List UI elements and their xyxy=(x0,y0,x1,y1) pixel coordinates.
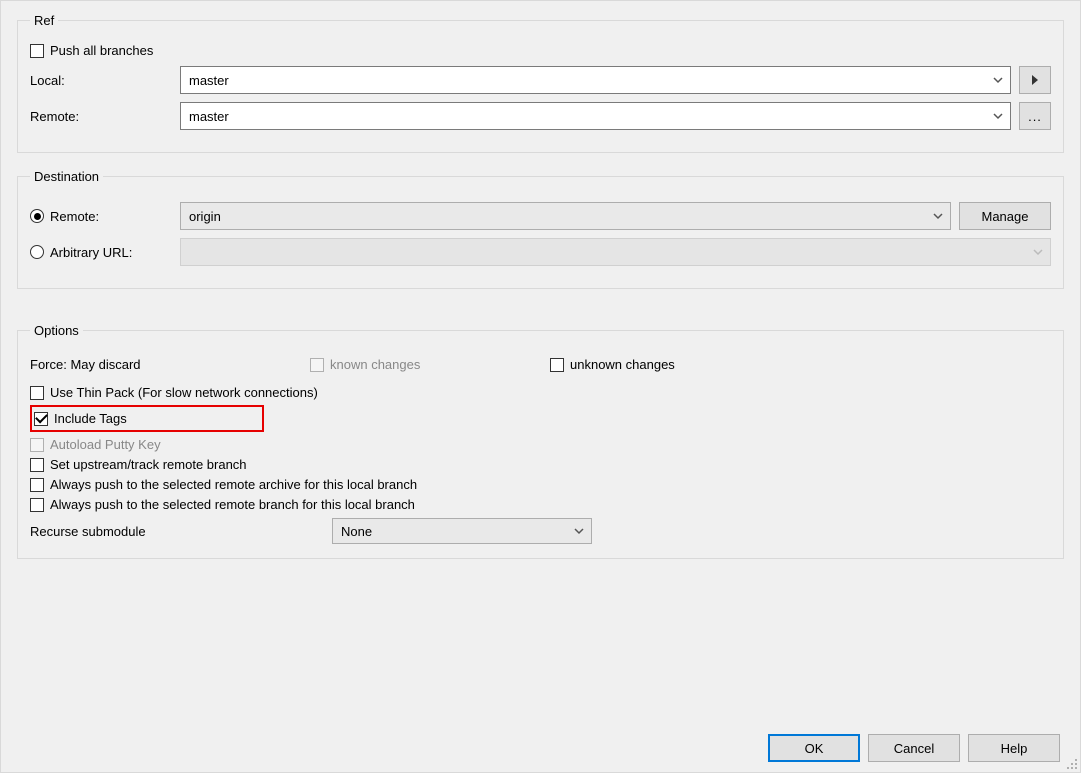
chevron-down-icon xyxy=(992,110,1004,122)
checkbox-disabled-icon xyxy=(310,358,324,372)
destination-legend: Destination xyxy=(30,169,103,184)
always-archive-checkbox[interactable]: Always push to the selected remote archi… xyxy=(30,477,1051,492)
resize-grip-icon[interactable] xyxy=(1064,756,1078,770)
known-changes-label: known changes xyxy=(330,357,420,372)
always-branch-label: Always push to the selected remote branc… xyxy=(50,497,415,512)
checkbox-icon xyxy=(30,44,44,58)
radio-unchecked-icon xyxy=(30,245,44,259)
local-branch-value: master xyxy=(189,73,992,88)
destination-remote-value: origin xyxy=(189,209,932,224)
checkbox-checked-icon xyxy=(34,412,48,426)
local-row: Local: master xyxy=(30,66,1051,94)
recurse-combo[interactable]: None xyxy=(332,518,592,544)
destination-arbitrary-row: Arbitrary URL: xyxy=(30,238,1051,266)
remote-branch-value: master xyxy=(189,109,992,124)
manage-button[interactable]: Manage xyxy=(959,202,1051,230)
destination-remote-radio[interactable]: Remote: xyxy=(30,209,180,224)
recurse-value: None xyxy=(341,524,372,539)
ref-legend: Ref xyxy=(30,13,58,28)
force-label: Force: May discard xyxy=(30,357,270,372)
chevron-down-icon xyxy=(992,74,1004,86)
radio-checked-icon xyxy=(30,209,44,223)
destination-group: Destination Remote: origin Manage Arbitr… xyxy=(17,169,1064,289)
remote-branch-combo[interactable]: master xyxy=(180,102,1011,130)
force-row: Force: May discard known changes unknown… xyxy=(30,352,1051,377)
chevron-down-icon xyxy=(1032,246,1044,258)
always-archive-label: Always push to the selected remote archi… xyxy=(50,477,417,492)
remote-label: Remote: xyxy=(30,109,180,124)
recurse-row: Recurse submodule None xyxy=(30,518,1051,544)
cancel-button[interactable]: Cancel xyxy=(868,734,960,762)
local-label: Local: xyxy=(30,73,180,88)
include-tags-label: Include Tags xyxy=(54,411,127,426)
autoload-putty-checkbox: Autoload Putty Key xyxy=(30,437,1051,452)
dialog-buttons: OK Cancel Help xyxy=(760,734,1060,762)
remote-row: Remote: master ... xyxy=(30,102,1051,130)
set-upstream-label: Set upstream/track remote branch xyxy=(50,457,247,472)
unknown-changes-checkbox[interactable]: unknown changes xyxy=(550,357,675,372)
options-legend: Options xyxy=(30,323,83,338)
destination-arbitrary-combo xyxy=(180,238,1051,266)
chevron-down-icon xyxy=(932,210,944,222)
checkbox-icon xyxy=(30,386,44,400)
ref-group: Ref Push all branches Local: master Remo… xyxy=(17,13,1064,153)
include-tags-highlight: Include Tags xyxy=(30,405,264,432)
unknown-changes-label: unknown changes xyxy=(570,357,675,372)
thin-pack-label: Use Thin Pack (For slow network connecti… xyxy=(50,385,318,400)
checkbox-disabled-icon xyxy=(30,438,44,452)
thin-pack-checkbox[interactable]: Use Thin Pack (For slow network connecti… xyxy=(30,385,1051,400)
local-more-button[interactable] xyxy=(1019,66,1051,94)
destination-remote-row: Remote: origin Manage xyxy=(30,202,1051,230)
remote-browse-button[interactable]: ... xyxy=(1019,102,1051,130)
push-dialog: Ref Push all branches Local: master Remo… xyxy=(0,0,1081,773)
include-tags-checkbox[interactable]: Include Tags xyxy=(34,411,127,426)
destination-arbitrary-label: Arbitrary URL: xyxy=(50,245,132,260)
set-upstream-checkbox[interactable]: Set upstream/track remote branch xyxy=(30,457,1051,472)
chevron-down-icon xyxy=(573,525,585,537)
recurse-label: Recurse submodule xyxy=(30,524,320,539)
push-all-branches-checkbox[interactable]: Push all branches xyxy=(30,43,1051,58)
options-group: Options Force: May discard known changes… xyxy=(17,323,1064,559)
checkbox-icon xyxy=(550,358,564,372)
autoload-putty-label: Autoload Putty Key xyxy=(50,437,161,452)
destination-remote-combo[interactable]: origin xyxy=(180,202,951,230)
always-branch-checkbox[interactable]: Always push to the selected remote branc… xyxy=(30,497,1051,512)
checkbox-icon xyxy=(30,478,44,492)
checkbox-icon xyxy=(30,498,44,512)
destination-arbitrary-radio[interactable]: Arbitrary URL: xyxy=(30,245,180,260)
checkbox-icon xyxy=(30,458,44,472)
known-changes-checkbox: known changes xyxy=(310,357,510,372)
ok-button[interactable]: OK xyxy=(768,734,860,762)
help-button[interactable]: Help xyxy=(968,734,1060,762)
local-branch-combo[interactable]: master xyxy=(180,66,1011,94)
push-all-branches-label: Push all branches xyxy=(50,43,153,58)
destination-remote-label: Remote: xyxy=(50,209,99,224)
